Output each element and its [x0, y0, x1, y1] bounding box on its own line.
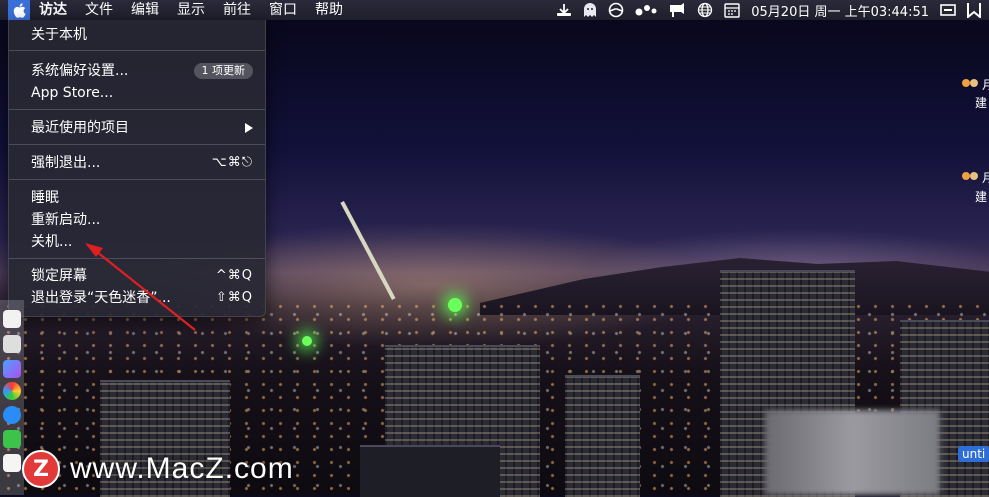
desktop-item-icon[interactable] [962, 79, 970, 87]
desktop-item-icon[interactable] [962, 172, 970, 180]
dock-app-icon[interactable] [3, 430, 21, 448]
desktop-item-label[interactable]: 建 [975, 188, 987, 205]
desktop-item-icon[interactable] [970, 172, 978, 180]
desktop-item-untitled[interactable]: unti [958, 446, 989, 462]
dock-app-icon[interactable] [3, 335, 21, 353]
dock-app-icon[interactable] [3, 310, 21, 328]
dock [0, 300, 24, 495]
dock-app-icon[interactable] [3, 406, 21, 424]
blurred-region [765, 410, 940, 495]
desktop-item-label[interactable]: 月 [982, 169, 989, 186]
watermark-text: www.MacZ.com [70, 452, 294, 485]
dock-app-icon[interactable] [3, 454, 21, 472]
dock-app-icon[interactable] [3, 360, 21, 378]
desktop-item-label[interactable]: 建 [975, 94, 987, 111]
watermark: Z www.MacZ.com [22, 450, 294, 488]
desktop-item-label[interactable]: 月 [982, 76, 989, 93]
desktop-item-icon[interactable] [970, 79, 978, 87]
watermark-logo: Z [22, 450, 60, 488]
dock-app-icon[interactable] [3, 382, 21, 400]
